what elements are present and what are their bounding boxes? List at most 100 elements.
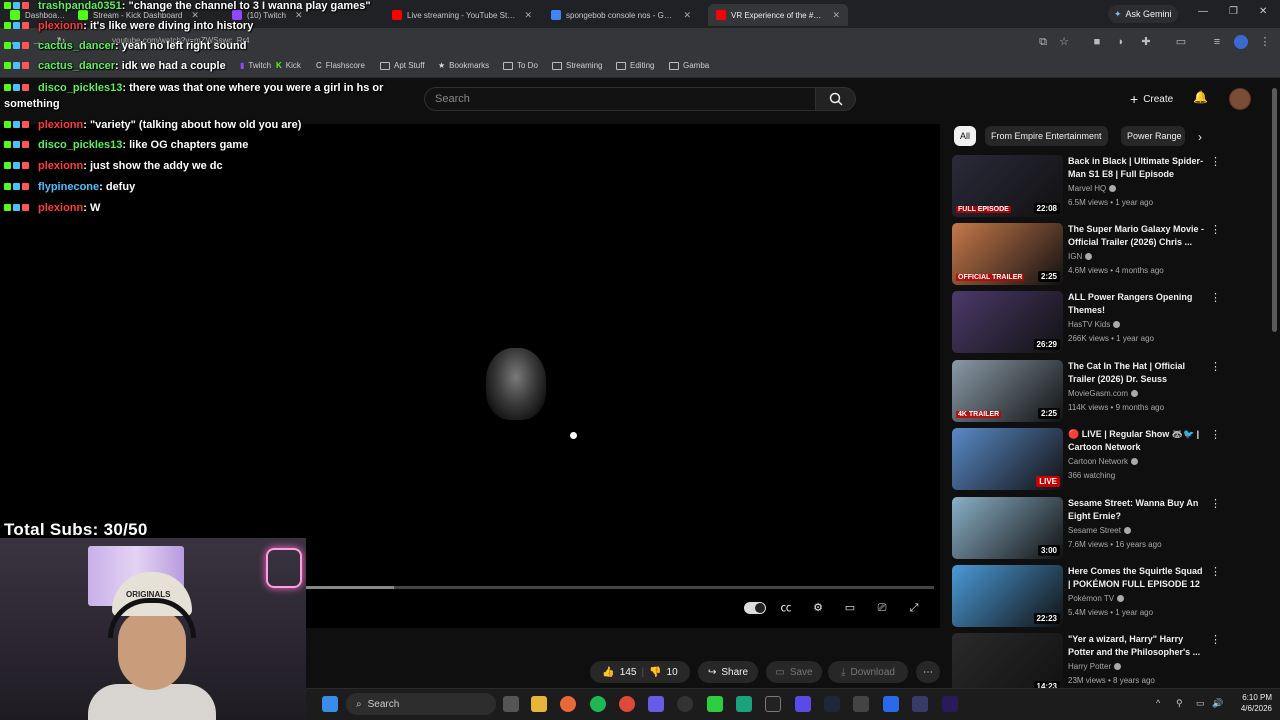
bookmark-bookmarks[interactable]: ★ Bookmarks	[438, 61, 489, 70]
bookmark-twitch[interactable]: ▮ Twitch	[240, 61, 271, 70]
more-options-icon[interactable]: ⋮	[1210, 360, 1221, 373]
recommended-video[interactable]: 26:29 ALL Power Rangers Opening Themes! Ha…	[952, 291, 1222, 353]
bookmark-flashscore[interactable]: C Flashscore	[316, 61, 365, 70]
minimize-icon[interactable]: —	[1198, 6, 1208, 17]
app-icon[interactable]	[883, 696, 899, 712]
tray-chevron-icon[interactable]: ^	[1156, 698, 1160, 708]
search-button[interactable]	[816, 87, 856, 111]
recommended-video[interactable]: 4K TRAILER 2:25 The Cat In The Hat | Offic…	[952, 360, 1222, 422]
avatar[interactable]	[1229, 88, 1251, 110]
recommended-video[interactable]: 22:23 Here Comes the Squirtle Squad | POK…	[952, 565, 1222, 627]
download-button[interactable]: ⤓ Download	[828, 661, 908, 683]
save-button[interactable]: ▭ Save	[766, 661, 822, 683]
close-tab-icon[interactable]: ✕	[524, 10, 532, 21]
chat-username[interactable]: plexionn	[38, 160, 83, 172]
recommended-video[interactable]: FULL EPISODE 22:08 Back in Black | Ultimat…	[952, 155, 1222, 217]
taskbar-search[interactable]: ⌕ Search	[346, 693, 496, 715]
kick-app-icon[interactable]	[707, 696, 723, 712]
close-window-icon[interactable]: ✕	[1259, 6, 1267, 17]
maximize-icon[interactable]: ❐	[1229, 6, 1238, 17]
more-options-icon[interactable]: ⋮	[1210, 633, 1221, 646]
channel-name[interactable]: Cartoon Network	[1068, 457, 1139, 466]
dislike-button[interactable]: 👎 10	[649, 667, 678, 678]
video-thumbnail[interactable]: 3:00	[952, 497, 1063, 559]
obs-icon[interactable]	[677, 696, 693, 712]
bookmark-kick[interactable]: K Kick	[276, 61, 301, 70]
app-grid-icon[interactable]	[795, 696, 811, 712]
app-icon[interactable]	[912, 696, 928, 712]
chip-all[interactable]: All	[954, 126, 977, 146]
more-options-icon[interactable]: ⋮	[1210, 223, 1221, 236]
more-options-icon[interactable]: ⋮	[1210, 155, 1221, 168]
settings-gear-icon[interactable]: ⚙	[809, 600, 827, 616]
extension-icon[interactable]: ■	[1090, 35, 1104, 49]
scrollbar[interactable]	[1272, 88, 1277, 332]
sidepanel-icon[interactable]: ▭	[1174, 35, 1188, 49]
channel-name[interactable]: Pokémon TV	[1068, 594, 1125, 603]
task-view-icon[interactable]	[503, 696, 519, 712]
chat-username[interactable]: plexionn	[38, 119, 83, 131]
bookmark-editing[interactable]: Editing	[616, 61, 654, 70]
spotify-icon[interactable]	[590, 696, 606, 712]
chrome-icon[interactable]	[619, 696, 635, 712]
browser-tab[interactable]: VR Experience of the #Pow... ✕	[708, 4, 848, 26]
video-thumbnail[interactable]: FULL EPISODE 22:08	[952, 155, 1063, 217]
chip-from-empire[interactable]: From Empire Entertainment	[985, 126, 1108, 146]
app-icon[interactable]	[853, 696, 869, 712]
capcut-icon[interactable]	[765, 696, 781, 712]
notifications-bell-icon[interactable]: 🔔	[1193, 90, 1208, 104]
chat-username[interactable]: flypinecone	[38, 181, 99, 193]
chat-username[interactable]: disco_pickles13	[38, 139, 122, 151]
windows-start-icon[interactable]	[322, 696, 338, 712]
chevron-right-icon[interactable]: ›	[1198, 130, 1202, 144]
fullscreen-icon[interactable]: ⤢	[905, 600, 923, 616]
location-icon[interactable]: ⚲	[1176, 698, 1183, 709]
video-title[interactable]: Sesame Street: Wanna Buy An Eight Ernie?	[1068, 497, 1206, 523]
video-title[interactable]: 🔴 LIVE | Regular Show 🦝🐦 | Cartoon Netwo…	[1068, 428, 1206, 454]
video-title[interactable]: ALL Power Rangers Opening Themes!	[1068, 291, 1206, 317]
video-thumbnail[interactable]: LIVE	[952, 428, 1063, 490]
premiere-icon[interactable]	[942, 696, 958, 712]
video-title[interactable]: "Yer a wizard, Harry" Harry Potter and t…	[1068, 633, 1206, 659]
channel-name[interactable]: IGN	[1068, 252, 1093, 261]
extensions-puzzle-icon[interactable]: ✚	[1139, 35, 1153, 49]
discord-icon[interactable]	[648, 696, 664, 712]
network-icon[interactable]: ▭	[1196, 698, 1205, 709]
browser-tab[interactable]: spongebob console nos - Goog... ✕	[551, 4, 691, 26]
chat-username[interactable]: cactus_dancer	[38, 60, 115, 72]
close-tab-icon[interactable]: ✕	[683, 10, 691, 21]
recommended-video[interactable]: OFFICIAL TRAILER 2:25 The Super Mario Gala…	[952, 223, 1222, 285]
autoplay-toggle[interactable]	[744, 602, 766, 614]
theater-mode-icon[interactable]: ▭	[841, 600, 859, 616]
like-button[interactable]: 👍 145	[602, 667, 636, 678]
channel-name[interactable]: Marvel HQ	[1068, 184, 1117, 193]
bookmark-apt-stuff[interactable]: Apt Stuff	[380, 61, 425, 70]
close-tab-icon[interactable]: ✕	[832, 10, 840, 21]
taskbar-clock[interactable]: 6:10 PM 4/6/2026	[1228, 692, 1272, 714]
install-icon[interactable]: ⧉	[1036, 35, 1050, 49]
firefox-icon[interactable]	[560, 696, 576, 712]
video-thumbnail[interactable]: 22:23	[952, 565, 1063, 627]
create-button[interactable]: + Create	[1120, 88, 1183, 110]
more-options-icon[interactable]: ⋮	[1210, 428, 1221, 441]
channel-name[interactable]: MovieGasm.com	[1068, 389, 1139, 398]
reading-list-icon[interactable]: ≡	[1210, 35, 1224, 49]
video-thumbnail[interactable]: 26:29	[952, 291, 1063, 353]
video-thumbnail[interactable]: 14:23	[952, 633, 1063, 695]
more-options-icon[interactable]: ⋮	[1210, 565, 1221, 578]
bookmark-gamba[interactable]: Gamba	[669, 61, 709, 70]
more-menu-icon[interactable]: ⋮	[1258, 35, 1272, 49]
chat-username[interactable]: plexionn	[38, 20, 83, 32]
progress-bar[interactable]	[306, 586, 934, 589]
file-explorer-icon[interactable]	[531, 696, 547, 712]
bookmark-streaming[interactable]: Streaming	[552, 61, 602, 70]
steam-icon[interactable]	[824, 696, 840, 712]
channel-name[interactable]: Sesame Street	[1068, 526, 1131, 535]
more-options-icon[interactable]: ⋮	[1210, 291, 1221, 304]
video-thumbnail[interactable]: 4K TRAILER 2:25	[952, 360, 1063, 422]
chat-username[interactable]: trashpanda0351	[38, 0, 122, 12]
recommended-video[interactable]: 14:23 "Yer a wizard, Harry" Harry Potter …	[952, 633, 1222, 695]
share-button[interactable]: ↪ Share	[698, 661, 758, 683]
more-actions-button[interactable]: ⋯	[916, 661, 940, 683]
video-thumbnail[interactable]: OFFICIAL TRAILER 2:25	[952, 223, 1063, 285]
